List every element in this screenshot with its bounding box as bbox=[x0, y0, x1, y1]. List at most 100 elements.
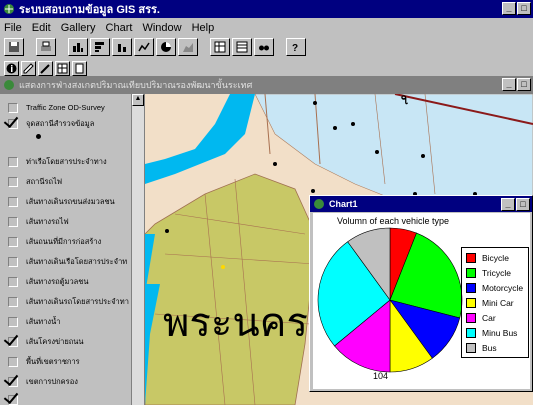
data-button[interactable] bbox=[232, 38, 252, 56]
layer-item[interactable]: เส้นทางเดินเรือโดยสารประจำท bbox=[8, 256, 128, 268]
scroll-up-arrow[interactable]: ▲ bbox=[132, 94, 144, 106]
chart-legend: Bicycle Tricycle Motorcycle Mini Car Car Minu… bbox=[461, 247, 529, 358]
layer-label: Traffic Zone OD-Survey bbox=[26, 103, 105, 112]
layer-item[interactable] bbox=[8, 394, 128, 405]
layer-checkbox[interactable] bbox=[8, 177, 18, 187]
layer-item[interactable]: ท่าเรือโดยสารประจำทาง bbox=[8, 156, 128, 168]
pie-chart bbox=[317, 227, 463, 373]
chart-window-icon bbox=[313, 198, 326, 211]
layer-checkbox[interactable] bbox=[8, 257, 18, 267]
legend-label: Minu Bus bbox=[482, 328, 518, 338]
chart-window-title: Chart1 bbox=[329, 199, 358, 209]
minimize-button[interactable]: _ bbox=[502, 2, 516, 15]
legend-swatch bbox=[466, 283, 476, 293]
edit-icon[interactable] bbox=[38, 60, 53, 76]
app-title: ระบบสอบถามข้อมูล GIS สรร. bbox=[19, 4, 160, 16]
layer-checkbox[interactable] bbox=[8, 217, 18, 227]
legend-entry: Bicycle bbox=[466, 253, 509, 263]
menu-chart[interactable]: Chart bbox=[106, 22, 133, 34]
find-button[interactable] bbox=[254, 38, 274, 56]
app-title-bar: ระบบสอบถามข้อมูล GIS สรร. _ □ bbox=[0, 0, 533, 18]
menu-gallery[interactable]: Gallery bbox=[61, 22, 96, 34]
legend-entry: Tricycle bbox=[466, 268, 511, 278]
layer-checkbox[interactable] bbox=[8, 357, 18, 367]
layer-item[interactable]: เส้นทางรถไฟ bbox=[8, 216, 128, 228]
help-button[interactable]: ? bbox=[286, 38, 306, 56]
chart-maximize-button[interactable]: □ bbox=[516, 198, 530, 211]
layer-checkbox[interactable] bbox=[8, 377, 18, 387]
layer-item[interactable]: เส้นโครงข่ายถนน bbox=[8, 336, 128, 348]
doc-minimize-button[interactable]: _ bbox=[502, 78, 516, 91]
layer-item[interactable]: Traffic Zone OD-Survey bbox=[8, 102, 128, 114]
svg-text:?: ? bbox=[292, 43, 298, 53]
layer-label: เส้นทางเดินรถโดยสารประจำทา bbox=[26, 297, 129, 306]
menu-edit[interactable]: Edit bbox=[32, 22, 51, 34]
layer-checkbox[interactable] bbox=[8, 277, 18, 287]
layer-checkbox[interactable] bbox=[8, 395, 18, 405]
chart-window: Chart1 _ □ Volumn of each vehicle type 1… bbox=[309, 195, 533, 392]
layer-legend-panel: Traffic Zone OD-Survey จุดสถานีสำรวจข้อม… bbox=[0, 94, 145, 405]
save-button[interactable] bbox=[4, 38, 24, 56]
layer-label: เส้นทางน้ำ bbox=[26, 317, 61, 326]
layer-label: ท่าเรือโดยสารประจำทาง bbox=[26, 157, 107, 166]
layer-checkbox[interactable] bbox=[8, 103, 18, 113]
district-label: พระนคร bbox=[163, 300, 308, 346]
print-button[interactable] bbox=[36, 38, 56, 56]
layer-item[interactable]: เส้นทางน้ำ bbox=[8, 316, 128, 328]
chart-bar-button[interactable] bbox=[68, 38, 88, 56]
info-icon[interactable] bbox=[4, 60, 19, 76]
chart-minimize-button[interactable]: _ bbox=[501, 198, 515, 211]
main-toolbar: ? bbox=[0, 36, 533, 58]
layer-checkbox[interactable] bbox=[8, 317, 18, 327]
chart-footer: 104 bbox=[373, 371, 389, 381]
layer-label: เส้นทางรถตู้มวลชน bbox=[26, 277, 89, 286]
layer-checkbox[interactable] bbox=[8, 119, 18, 129]
legend-entry: Bus bbox=[466, 343, 497, 353]
doc-maximize-button[interactable]: □ bbox=[517, 78, 531, 91]
layer-item[interactable]: เส้นถนนที่มีการก่อสร้าง bbox=[8, 236, 128, 248]
legend-swatch bbox=[466, 268, 476, 278]
layer-item[interactable]: เส้นทางเดินรถโดยสารประจำทา bbox=[8, 296, 129, 308]
chart-line-button[interactable] bbox=[134, 38, 154, 56]
layer-checkbox[interactable] bbox=[8, 157, 18, 167]
legend-swatch bbox=[466, 313, 476, 323]
layer-label: สถานีรถไฟ bbox=[26, 177, 63, 186]
station-symbol bbox=[36, 134, 41, 139]
chart-area-button[interactable] bbox=[178, 38, 198, 56]
chart-hbar-button[interactable] bbox=[90, 38, 110, 56]
layer-item[interactable]: สถานีรถไฟ bbox=[8, 176, 128, 188]
legend-entry: Mini Car bbox=[466, 298, 514, 308]
chart-title-bar: Chart1 _ □ bbox=[310, 196, 532, 212]
legend-scrollbar[interactable]: ▲ bbox=[131, 94, 144, 405]
legend-swatch bbox=[466, 328, 476, 338]
chart-column-button[interactable] bbox=[112, 38, 132, 56]
grid-icon[interactable] bbox=[55, 60, 70, 76]
legend-label: Mini Car bbox=[482, 298, 514, 308]
legend-entry: Minu Bus bbox=[466, 328, 517, 338]
layer-checkbox[interactable] bbox=[8, 337, 18, 347]
legend-label: Bicycle bbox=[482, 253, 509, 263]
menu-help[interactable]: Help bbox=[192, 22, 215, 34]
layer-checkbox[interactable] bbox=[8, 237, 18, 247]
layer-item[interactable]: เส้นทางรถตู้มวลชน bbox=[8, 276, 128, 288]
chart-pie-button[interactable] bbox=[156, 38, 176, 56]
layer-label: จุดสถานีสำรวจข้อมูล bbox=[26, 119, 95, 128]
layer-checkbox[interactable] bbox=[8, 297, 18, 307]
table-button[interactable] bbox=[210, 38, 230, 56]
legend-label: Motorcycle bbox=[482, 283, 524, 293]
legend-label: Tricycle bbox=[482, 268, 511, 278]
layer-item[interactable]: พื้นที่เขตราชการ bbox=[8, 356, 128, 368]
menu-bar: File Edit Gallery Chart Window Help bbox=[0, 20, 533, 36]
menu-window[interactable]: Window bbox=[142, 22, 181, 34]
layer-item[interactable]: จุดสถานีสำรวจข้อมูล bbox=[8, 118, 128, 152]
page-icon[interactable] bbox=[72, 60, 87, 76]
layer-item[interactable]: เส้นทางเดินรถขนส่งมวลชน bbox=[8, 196, 128, 208]
pencil-icon[interactable] bbox=[21, 60, 36, 76]
menu-file[interactable]: File bbox=[4, 22, 22, 34]
legend-swatch bbox=[466, 253, 476, 263]
layer-checkbox[interactable] bbox=[8, 197, 18, 207]
layer-item[interactable]: เขตการปกครอง bbox=[8, 376, 128, 388]
chart-area: Volumn of each vehicle type 104 Bicycle T… bbox=[313, 213, 530, 389]
maximize-button[interactable]: □ bbox=[517, 2, 531, 15]
legend-swatch bbox=[466, 298, 476, 308]
